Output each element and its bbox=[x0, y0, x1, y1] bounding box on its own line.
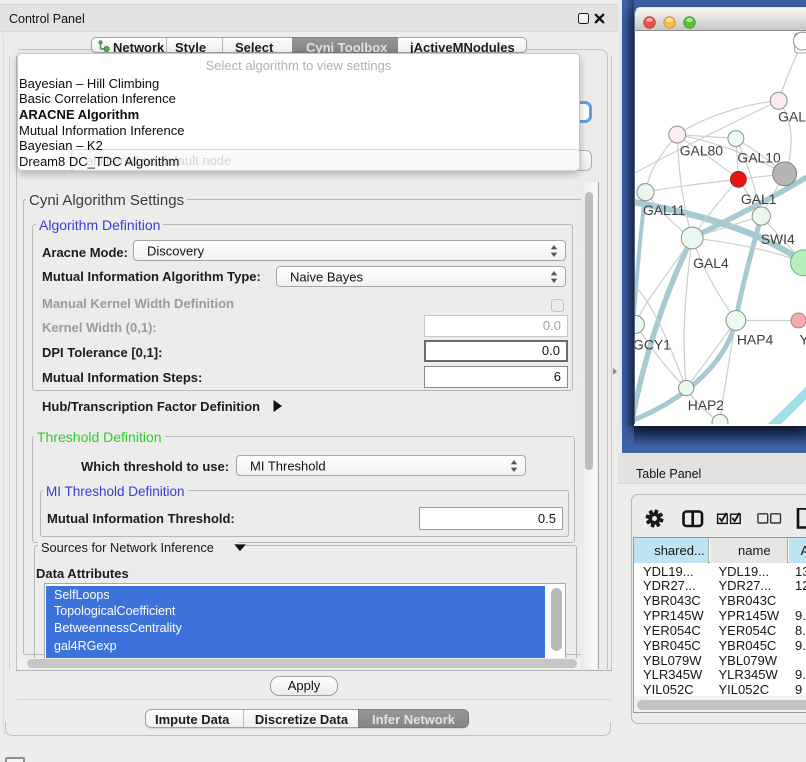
svg-text:HAP4: HAP4 bbox=[737, 331, 774, 347]
svg-text:Y: Y bbox=[800, 331, 806, 347]
svg-text:GAL10: GAL10 bbox=[737, 149, 781, 165]
svg-text:GAL4: GAL4 bbox=[693, 255, 729, 271]
svg-text:GAL80: GAL80 bbox=[680, 142, 724, 158]
svg-text:GCY1: GCY1 bbox=[634, 336, 671, 352]
svg-text:SWI4: SWI4 bbox=[761, 231, 795, 247]
svg-text:GAL2: GAL2 bbox=[778, 109, 806, 125]
svg-text:HAP2: HAP2 bbox=[688, 397, 725, 413]
svg-text:GAL1: GAL1 bbox=[741, 191, 777, 207]
svg-text:GAL11: GAL11 bbox=[643, 202, 686, 218]
